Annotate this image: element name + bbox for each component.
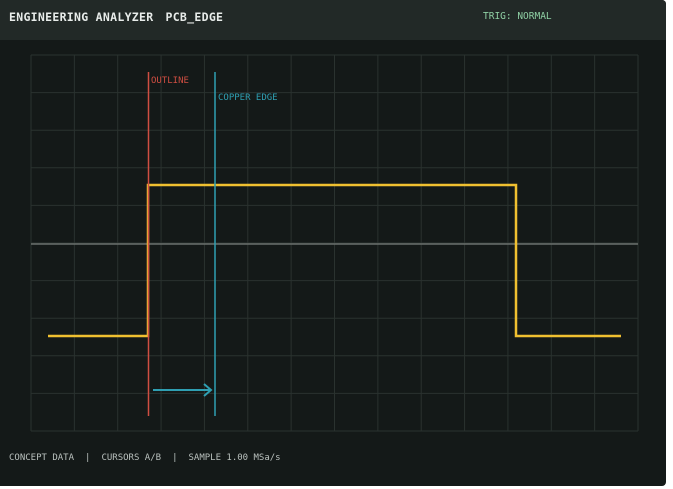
analyzer-window: ENGINEERING ANALYZER PCB_EDGE TRIG: NORMA… [0, 0, 666, 486]
app-title: ENGINEERING ANALYZER PCB_EDGE [9, 10, 223, 24]
scope-grid [30, 54, 639, 432]
scope-display[interactable]: OUTLINE COPPER EDGE [0, 40, 666, 440]
trigger-status[interactable]: TRIG: NORMAL [483, 11, 552, 22]
concept-data-label: CONCEPT DATA [9, 453, 75, 463]
status-separator: | [172, 453, 178, 463]
device-name: PCB_EDGE [165, 10, 224, 24]
cursors-label: CURSORS A/B [101, 453, 162, 463]
copper-edge-cursor-label: COPPER EDGE [218, 93, 278, 103]
title-bar: ENGINEERING ANALYZER PCB_EDGE TRIG: NORMA… [0, 0, 666, 40]
sample-rate-label: SAMPLE 1.00 MSa/s [188, 453, 281, 463]
outline-cursor-label: OUTLINE [151, 76, 189, 86]
offset-arrow-icon [153, 383, 213, 397]
status-separator: | [85, 453, 91, 463]
status-bar: CONCEPT DATA | CURSORS A/B | SAMPLE 1.00 MSa… [9, 453, 281, 463]
app-name: ENGINEERING ANALYZER [9, 10, 154, 24]
